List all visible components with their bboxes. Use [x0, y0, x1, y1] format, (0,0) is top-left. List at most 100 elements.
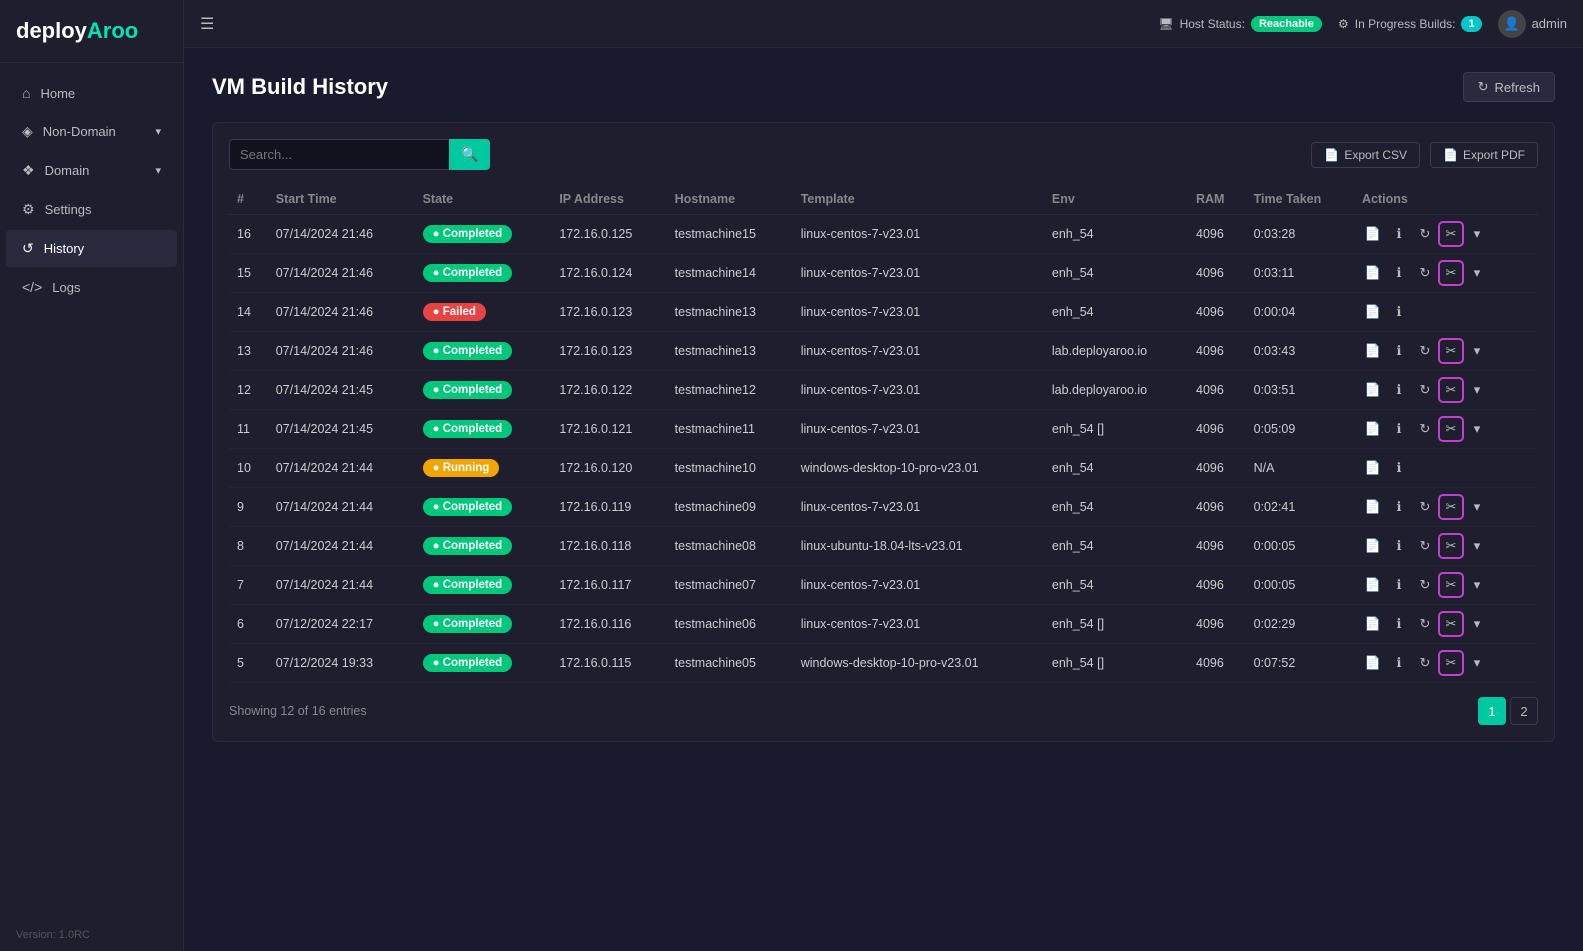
cell-start-time: 07/14/2024 21:46: [268, 293, 415, 332]
refresh-icon-button[interactable]: ↻: [1414, 379, 1436, 401]
doc-icon-button[interactable]: 📄: [1362, 379, 1384, 401]
page-button-1[interactable]: 1: [1478, 697, 1506, 725]
more-icon-button[interactable]: ▾: [1466, 652, 1488, 674]
menu-icon[interactable]: ☰: [200, 14, 214, 34]
sidebar-item-domain[interactable]: ❖ Domain ▾: [6, 152, 177, 189]
more-icon-button[interactable]: ▾: [1466, 340, 1488, 362]
more-icon-button[interactable]: ▾: [1466, 262, 1488, 284]
refresh-button[interactable]: ↻ Refresh: [1463, 72, 1555, 102]
page-button-2[interactable]: 2: [1510, 697, 1538, 725]
sidebar-item-non-domain[interactable]: ◈ Non-Domain ▾: [6, 113, 177, 150]
doc-icon-button[interactable]: 📄: [1362, 301, 1384, 323]
sidebar-item-logs[interactable]: </> Logs: [6, 269, 177, 305]
info-icon-button[interactable]: ℹ: [1388, 262, 1410, 284]
export-pdf-button[interactable]: 📄 Export PDF: [1430, 142, 1538, 168]
search-button[interactable]: 🔍: [449, 139, 490, 170]
search-input[interactable]: [229, 139, 449, 170]
more-icon-button[interactable]: ▾: [1466, 223, 1488, 245]
more-icon-button[interactable]: ▾: [1466, 535, 1488, 557]
cell-ip: 172.16.0.123: [551, 332, 666, 371]
delete-icon-button[interactable]: ✂: [1440, 379, 1462, 401]
chevron-down-icon: ▾: [155, 125, 161, 138]
sidebar-item-label: Logs: [52, 280, 80, 295]
delete-icon-button[interactable]: ✂: [1440, 223, 1462, 245]
info-icon-button[interactable]: ℹ: [1388, 340, 1410, 362]
info-icon-button[interactable]: ℹ: [1388, 496, 1410, 518]
doc-icon-button[interactable]: 📄: [1362, 574, 1384, 596]
refresh-icon-button[interactable]: ↻: [1414, 340, 1436, 362]
export-pdf-label: Export PDF: [1463, 148, 1525, 162]
in-progress-builds: ⚙ In Progress Builds: 1: [1338, 16, 1482, 32]
refresh-icon-button[interactable]: ↻: [1414, 496, 1436, 518]
actions-cell: 📄 ℹ ↻ ✂ ▾: [1362, 652, 1530, 674]
actions-cell: 📄 ℹ ↻ ✂ ▾: [1362, 262, 1530, 284]
doc-icon-button[interactable]: 📄: [1362, 262, 1384, 284]
info-icon-button[interactable]: ℹ: [1388, 223, 1410, 245]
doc-icon-button[interactable]: 📄: [1362, 457, 1384, 479]
delete-icon-button[interactable]: ✂: [1440, 496, 1462, 518]
cell-env: enh_54 []: [1044, 410, 1188, 449]
info-icon-button[interactable]: ℹ: [1388, 418, 1410, 440]
info-icon-button[interactable]: ℹ: [1388, 535, 1410, 557]
cell-ip: 172.16.0.119: [551, 488, 666, 527]
more-icon-button[interactable]: ▾: [1466, 418, 1488, 440]
info-icon-button[interactable]: ℹ: [1388, 457, 1410, 479]
info-icon-button[interactable]: ℹ: [1388, 574, 1410, 596]
cell-template: windows-desktop-10-pro-v23.01: [793, 644, 1044, 683]
delete-icon-button[interactable]: ✂: [1440, 652, 1462, 674]
status-badge: ● Completed: [423, 498, 513, 516]
more-icon-button[interactable]: ▾: [1466, 379, 1488, 401]
info-icon-button[interactable]: ℹ: [1388, 379, 1410, 401]
cell-id: 6: [229, 605, 268, 644]
doc-icon-button[interactable]: 📄: [1362, 418, 1384, 440]
delete-icon-button[interactable]: ✂: [1440, 535, 1462, 557]
user-menu[interactable]: 👤 admin: [1498, 10, 1567, 38]
more-icon-button[interactable]: ▾: [1466, 496, 1488, 518]
info-icon-button[interactable]: ℹ: [1388, 652, 1410, 674]
cell-env: enh_54 []: [1044, 644, 1188, 683]
refresh-icon-button[interactable]: ↻: [1414, 613, 1436, 635]
delete-icon-button[interactable]: ✂: [1440, 262, 1462, 284]
cell-state: ● Completed: [415, 488, 552, 527]
delete-icon-button[interactable]: ✂: [1440, 340, 1462, 362]
page-title: VM Build History: [212, 74, 388, 100]
cell-hostname: testmachine08: [667, 527, 793, 566]
doc-icon-button[interactable]: 📄: [1362, 223, 1384, 245]
cell-template: linux-centos-7-v23.01: [793, 293, 1044, 332]
doc-icon-button[interactable]: 📄: [1362, 535, 1384, 557]
more-icon-button[interactable]: ▾: [1466, 574, 1488, 596]
doc-icon-button[interactable]: 📄: [1362, 613, 1384, 635]
info-icon-button[interactable]: ℹ: [1388, 301, 1410, 323]
status-badge: ● Completed: [423, 576, 513, 594]
info-icon-button[interactable]: ℹ: [1388, 613, 1410, 635]
refresh-icon-button[interactable]: ↻: [1414, 652, 1436, 674]
cell-id: 5: [229, 644, 268, 683]
refresh-icon-button[interactable]: ↻: [1414, 535, 1436, 557]
refresh-icon-button[interactable]: ↻: [1414, 223, 1436, 245]
sidebar-item-settings[interactable]: ⚙ Settings: [6, 191, 177, 228]
cell-ram: 4096: [1188, 410, 1246, 449]
refresh-icon-button[interactable]: ↻: [1414, 418, 1436, 440]
sidebar-item-history[interactable]: ↺ History: [6, 230, 177, 267]
refresh-icon-button[interactable]: ↻: [1414, 574, 1436, 596]
more-icon-button[interactable]: ▾: [1466, 613, 1488, 635]
sidebar-item-home[interactable]: ⌂ Home: [6, 75, 177, 111]
doc-icon-button[interactable]: 📄: [1362, 652, 1384, 674]
cell-state: ● Completed: [415, 332, 552, 371]
sidebar-item-label: History: [44, 241, 84, 256]
table-row: 12 07/14/2024 21:45 ● Completed 172.16.0…: [229, 371, 1538, 410]
doc-icon-button[interactable]: 📄: [1362, 496, 1384, 518]
doc-icon-button[interactable]: 📄: [1362, 340, 1384, 362]
status-badge: ● Completed: [423, 225, 513, 243]
table-row: 15 07/14/2024 21:46 ● Completed 172.16.0…: [229, 254, 1538, 293]
cell-start-time: 07/14/2024 21:44: [268, 488, 415, 527]
cell-time-taken: N/A: [1246, 449, 1354, 488]
delete-icon-button[interactable]: ✂: [1440, 418, 1462, 440]
cell-ip: 172.16.0.115: [551, 644, 666, 683]
export-csv-button[interactable]: 📄 Export CSV: [1311, 142, 1420, 168]
cell-actions: 📄 ℹ ↻ ✂ ▾: [1354, 488, 1538, 527]
delete-icon-button[interactable]: ✂: [1440, 574, 1462, 596]
refresh-icon-button[interactable]: ↻: [1414, 262, 1436, 284]
delete-icon-button[interactable]: ✂: [1440, 613, 1462, 635]
cell-id: 10: [229, 449, 268, 488]
